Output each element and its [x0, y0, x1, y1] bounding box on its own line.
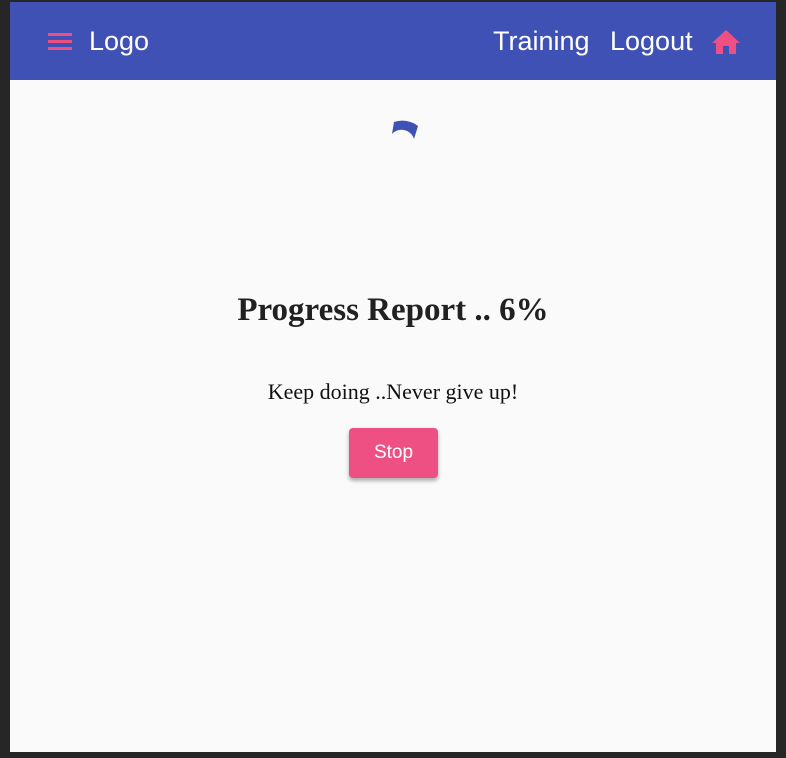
top-toolbar: Logo Training Logout	[10, 2, 776, 80]
stop-button[interactable]: Stop	[349, 428, 438, 478]
motivation-message: Keep doing ..Never give up!	[267, 379, 519, 404]
nav-training-link[interactable]: Training	[493, 24, 590, 58]
progress-title: Progress Report .. 6%	[237, 292, 549, 328]
app-window: Logo Training Logout Progress Report .. …	[10, 2, 776, 752]
loading-spinner	[380, 114, 432, 166]
app-logo[interactable]: Logo	[89, 24, 149, 58]
menu-icon[interactable]	[44, 28, 76, 54]
home-icon[interactable]	[710, 28, 742, 56]
spinner-arc	[392, 120, 418, 139]
nav-logout-link[interactable]: Logout	[610, 24, 693, 58]
